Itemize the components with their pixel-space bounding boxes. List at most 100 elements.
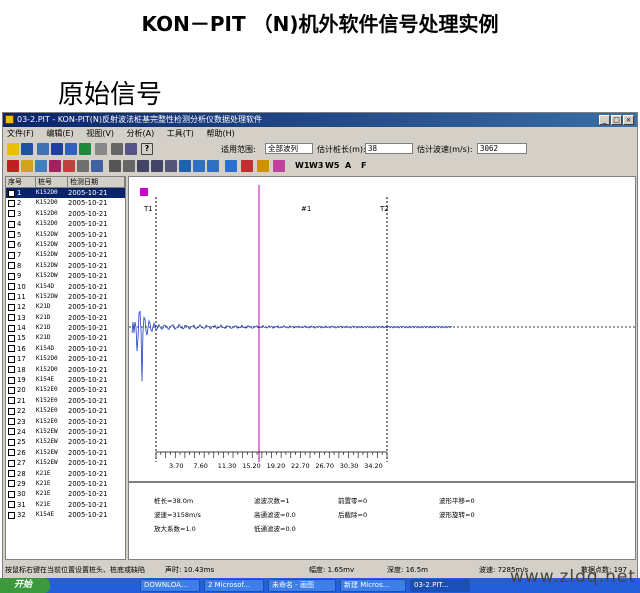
task-microsoft[interactable]: 2 Microsof...	[204, 579, 264, 592]
header-index[interactable]: 序号	[6, 177, 36, 187]
baseline-icon[interactable]	[225, 160, 237, 172]
zoom-out-icon[interactable]	[151, 160, 163, 172]
row-checkbox[interactable]	[8, 241, 15, 249]
list-item[interactable]: 11 K152DW 2005-10-21	[6, 292, 125, 302]
calc-icon[interactable]	[51, 143, 63, 155]
invert-icon[interactable]	[193, 160, 205, 172]
list-item[interactable]: 24 K152EW 2005-10-21	[6, 427, 125, 437]
menu-edit[interactable]: 编辑(E)	[46, 127, 73, 140]
list-item[interactable]: 27 K152EW 2005-10-21	[6, 458, 125, 468]
row-checkbox[interactable]	[8, 470, 15, 478]
waveform-plot[interactable]: T1 T2 #1 3.70 7.60 11.30 15.20 19.20 22.70 26.…	[128, 176, 636, 560]
list-item[interactable]: 9 K152DW 2005-10-21	[6, 271, 125, 281]
list-item[interactable]: 22 K152E0 2005-10-21	[6, 406, 125, 416]
zoom-fit-icon[interactable]	[165, 160, 177, 172]
list-item[interactable]: 23 K152E0 2005-10-21	[6, 417, 125, 427]
frequency-button[interactable]: F	[361, 161, 366, 170]
task-pit[interactable]: 03-2.PIT...	[410, 579, 470, 592]
chart-icon[interactable]	[35, 160, 47, 172]
list-item[interactable]: 18 K152D0 2005-10-21	[6, 365, 125, 375]
row-checkbox[interactable]	[8, 303, 15, 311]
multi-icon[interactable]	[49, 160, 61, 172]
list-item[interactable]: 21 K152E0 2005-10-21	[6, 396, 125, 406]
preview-icon[interactable]	[125, 143, 137, 155]
row-checkbox[interactable]	[8, 293, 15, 301]
task-downloads[interactable]: DOWNLOA...	[140, 579, 200, 592]
signal-icon[interactable]	[7, 160, 19, 172]
menu-analyze[interactable]: 分析(A)	[127, 127, 155, 140]
shift-icon[interactable]	[77, 160, 89, 172]
list-item[interactable]: 7 K152DW 2005-10-21	[6, 250, 125, 260]
open-icon[interactable]	[7, 143, 19, 155]
integrate-icon[interactable]	[207, 160, 219, 172]
list-item[interactable]: 6 K152DW 2005-10-21	[6, 240, 125, 250]
filter-icon[interactable]	[21, 160, 33, 172]
print-icon[interactable]	[111, 143, 123, 155]
zoom-in-icon[interactable]	[137, 160, 149, 172]
row-checkbox[interactable]	[8, 334, 15, 342]
row-checkbox[interactable]	[8, 345, 15, 353]
layout-icon[interactable]	[91, 160, 103, 172]
row-checkbox[interactable]	[8, 251, 15, 259]
excel-icon[interactable]	[79, 143, 91, 155]
speed-input[interactable]: 3062	[477, 143, 527, 154]
help-icon[interactable]: ?	[141, 143, 153, 155]
list-item[interactable]: 5 K152DW 2005-10-21	[6, 230, 125, 240]
grid-icon[interactable]	[95, 143, 107, 155]
cut-icon[interactable]	[241, 160, 253, 172]
row-checkbox[interactable]	[8, 355, 15, 363]
amplitude-button[interactable]: A	[345, 161, 351, 170]
row-checkbox[interactable]	[8, 386, 15, 394]
row-checkbox[interactable]	[8, 199, 15, 207]
list-item[interactable]: 1 K152D0 2005-10-21	[6, 188, 125, 199]
move-icon[interactable]	[109, 160, 121, 172]
row-checkbox[interactable]	[8, 428, 15, 436]
w5-button[interactable]: W5	[325, 161, 339, 170]
maximize-button[interactable]: □	[611, 115, 622, 125]
list-item[interactable]: 13 K21D 2005-10-21	[6, 313, 125, 323]
align-icon[interactable]	[257, 160, 269, 172]
row-checkbox[interactable]	[8, 397, 15, 405]
row-checkbox[interactable]	[8, 501, 15, 509]
list-item[interactable]: 30 K21E 2005-10-21	[6, 489, 125, 499]
list-item[interactable]: 3 K152D0 2005-10-21	[6, 209, 125, 219]
list-item[interactable]: 4 K152D0 2005-10-21	[6, 219, 125, 229]
w1-button[interactable]: W1	[295, 161, 309, 170]
crosshair-icon[interactable]	[123, 160, 135, 172]
row-checkbox[interactable]	[8, 283, 15, 291]
list-item[interactable]: 19 K154E 2005-10-21	[6, 375, 125, 385]
row-checkbox[interactable]	[8, 376, 15, 384]
list-item[interactable]: 17 K152D0 2005-10-21	[6, 354, 125, 364]
stack-icon[interactable]	[273, 160, 285, 172]
row-checkbox[interactable]	[8, 314, 15, 322]
menu-file[interactable]: 文件(F)	[7, 127, 34, 140]
row-checkbox[interactable]	[8, 449, 15, 457]
list-item[interactable]: 26 K152EW 2005-10-21	[6, 448, 125, 458]
row-checkbox[interactable]	[8, 407, 15, 415]
row-checkbox[interactable]	[8, 480, 15, 488]
w3-button[interactable]: W3	[309, 161, 323, 170]
range-select[interactable]: 全部波列	[265, 143, 313, 154]
list-item[interactable]: 16 K154D 2005-10-21	[6, 344, 125, 354]
word-icon[interactable]	[65, 143, 77, 155]
start-button[interactable]: 开始	[0, 578, 50, 593]
task-new-doc[interactable]: 新建 Micros...	[340, 579, 406, 592]
document-icon[interactable]	[37, 143, 49, 155]
length-input[interactable]: 38	[365, 143, 413, 154]
row-checkbox[interactable]	[8, 272, 15, 280]
menu-view[interactable]: 视图(V)	[86, 127, 114, 140]
row-checkbox[interactable]	[8, 511, 15, 519]
row-checkbox[interactable]	[8, 459, 15, 467]
list-item[interactable]: 8 K152DW 2005-10-21	[6, 261, 125, 271]
row-checkbox[interactable]	[8, 438, 15, 446]
list-item[interactable]: 32 K154E 2005-10-21	[6, 510, 125, 520]
wave-icon[interactable]	[179, 160, 191, 172]
list-item[interactable]: 10 K154D 2005-10-21	[6, 282, 125, 292]
list-item[interactable]: 15 K21D 2005-10-21	[6, 333, 125, 343]
row-checkbox[interactable]	[8, 418, 15, 426]
list-item[interactable]: 12 K21D 2005-10-21	[6, 302, 125, 312]
close-button[interactable]: ×	[623, 115, 634, 125]
list-item[interactable]: 25 K152EW 2005-10-21	[6, 437, 125, 447]
header-date[interactable]: 检测日期	[68, 177, 125, 187]
row-checkbox[interactable]	[8, 490, 15, 498]
